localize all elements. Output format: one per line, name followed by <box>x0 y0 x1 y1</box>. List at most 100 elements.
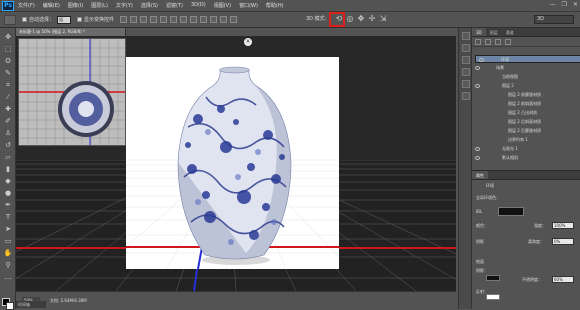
menu-type[interactable]: 文字(Y) <box>116 2 133 9</box>
transform-checkbox[interactable] <box>77 17 83 22</box>
tab-channels[interactable]: 通道 <box>502 28 518 36</box>
document-tab[interactable]: 未标题-1 @ 50% (图层 2, RGB/8) * <box>16 28 126 36</box>
menu-layer[interactable]: 图层(L) <box>91 2 108 9</box>
reflection-color[interactable] <box>486 294 500 300</box>
align-hcenter-icon[interactable] <box>160 16 168 23</box>
tab-layers[interactable]: 图层 <box>486 28 502 36</box>
document-size-info[interactable]: 文档: 2.64M/6.38M <box>50 298 87 304</box>
pen-tool-icon[interactable]: ✒ <box>3 200 13 210</box>
close-button[interactable]: ✕ <box>573 1 578 8</box>
scene-row-material-1[interactable]: 图层 2 前膨胀材质 <box>472 91 580 99</box>
visibility-eye-icon[interactable] <box>475 147 480 151</box>
blur-tool-icon[interactable]: ◆ <box>3 176 13 186</box>
properties-title[interactable]: 属性 <box>472 171 488 179</box>
drag-3d-icon[interactable]: ✥ <box>356 14 366 24</box>
scene-row-material-3[interactable]: 图层 2 凸出材质 <box>472 109 580 117</box>
scene-row-boundary[interactable]: 边界约束 1 <box>472 136 580 144</box>
distribute-top-icon[interactable] <box>180 16 188 23</box>
visibility-eye-icon[interactable] <box>479 58 484 62</box>
menu-select[interactable]: 选择(S) <box>141 2 158 9</box>
distribute-right-icon[interactable] <box>230 16 238 23</box>
timeline-tab[interactable]: 时间轴 <box>16 301 46 308</box>
lights-filter-icon[interactable] <box>505 38 511 45</box>
styles-panel-icon[interactable] <box>462 92 470 100</box>
healing-tool-icon[interactable]: ✚ <box>3 104 13 114</box>
menu-view[interactable]: 视图(V) <box>214 2 231 9</box>
menu-image[interactable]: 图像(I) <box>68 2 83 9</box>
distribute-vcenter-icon[interactable] <box>190 16 198 23</box>
history-panel-icon[interactable] <box>462 32 470 40</box>
scene-row-scene[interactable]: 场景 <box>472 64 580 72</box>
zoom-tool-icon[interactable]: ⚲ <box>3 260 13 270</box>
hand-tool-icon[interactable]: ✋ <box>3 248 13 258</box>
menu-help[interactable]: 帮助(H) <box>266 2 284 9</box>
stamp-tool-icon[interactable]: ♙ <box>3 128 13 138</box>
align-vcenter-icon[interactable] <box>130 16 138 23</box>
eyedropper-tool-icon[interactable]: ⁄ <box>3 92 13 102</box>
lasso-tool-icon[interactable]: ʘ <box>3 56 13 66</box>
whole-scene-filter-icon[interactable] <box>475 38 481 45</box>
more-tools-icon[interactable]: … <box>3 272 13 282</box>
properties-panel-icon[interactable] <box>462 44 470 52</box>
tab-3d[interactable]: 3D <box>472 28 486 36</box>
menu-window[interactable]: 窗口(W) <box>239 2 258 9</box>
softness-field[interactable]: 0% <box>552 238 574 245</box>
dodge-tool-icon[interactable]: ● <box>3 188 13 198</box>
shape-tool-icon[interactable]: ▭ <box>3 236 13 246</box>
visibility-eye-icon[interactable] <box>475 84 480 88</box>
materials-filter-icon[interactable] <box>495 38 501 45</box>
distribute-left-icon[interactable] <box>210 16 218 23</box>
ground-shadow-color[interactable] <box>486 275 500 281</box>
minimize-button[interactable]: — <box>550 1 556 8</box>
history-brush-tool-icon[interactable]: ↺ <box>3 140 13 150</box>
auto-select-dropdown[interactable]: 组 <box>57 15 72 24</box>
scene-row-material-4[interactable]: 图层 2 后斜面材质 <box>472 118 580 126</box>
restore-button[interactable]: ❐ <box>562 1 567 8</box>
marquee-tool-icon[interactable]: ⬚ <box>3 44 13 54</box>
scene-row-material-5[interactable]: 图层 2 后膨胀材质 <box>472 127 580 135</box>
path-select-tool-icon[interactable]: ➤ <box>3 224 13 234</box>
crop-tool-icon[interactable]: ⌗ <box>3 80 13 90</box>
distribute-hcenter-icon[interactable] <box>220 16 228 23</box>
menu-edit[interactable]: 编辑(E) <box>43 2 60 9</box>
eraser-tool-icon[interactable]: ▱ <box>3 152 13 162</box>
scene-row-environment[interactable]: 环境 <box>475 55 580 63</box>
scene-row-light[interactable]: 无限光 1 <box>472 145 580 153</box>
type-tool-icon[interactable]: T <box>3 212 13 222</box>
slide-3d-icon[interactable]: ✢ <box>367 14 377 24</box>
align-left-icon[interactable] <box>150 16 158 23</box>
menu-file[interactable]: 文件(F) <box>18 2 35 9</box>
menu-3d[interactable]: 3D(D) <box>191 2 206 9</box>
align-top-icon[interactable] <box>120 16 128 23</box>
transform-controls-option[interactable]: 显示变换控件 <box>77 16 114 23</box>
scale-3d-icon[interactable]: ⇲ <box>378 14 388 24</box>
secondary-view[interactable] <box>18 38 126 146</box>
brush-tool-icon[interactable]: ✐ <box>3 116 13 126</box>
scene-row-layer2[interactable]: 图层 2 <box>472 82 580 90</box>
quick-select-tool-icon[interactable]: ✎ <box>3 68 13 78</box>
scene-row-camera[interactable]: 默认相机 <box>472 154 580 162</box>
brush-panel-icon[interactable] <box>462 56 470 64</box>
scene-row-material-2[interactable]: 图层 2 前斜面材质 <box>472 100 580 108</box>
auto-select-option[interactable]: 自动选择： 组 <box>22 15 72 24</box>
3d-axis-close-icon[interactable]: × <box>244 38 252 46</box>
document-canvas[interactable] <box>125 57 340 270</box>
auto-select-checkbox[interactable] <box>22 17 27 22</box>
align-bottom-icon[interactable] <box>140 16 148 23</box>
opacity-field[interactable]: 60% <box>552 276 574 283</box>
meshes-filter-icon[interactable] <box>485 38 491 45</box>
ibl-color-swatch[interactable] <box>498 207 524 216</box>
paragraph-panel-icon[interactable] <box>462 80 470 88</box>
visibility-eye-icon[interactable] <box>475 66 480 70</box>
align-right-icon[interactable] <box>170 16 178 23</box>
intensity-field[interactable]: 100% <box>552 222 574 229</box>
visibility-eye-icon[interactable] <box>475 156 480 160</box>
scene-row-current-view[interactable]: 当前视图 <box>472 73 580 81</box>
move-tool-preset-icon[interactable] <box>4 14 16 25</box>
gradient-tool-icon[interactable]: ▮ <box>3 164 13 174</box>
character-panel-icon[interactable] <box>462 68 470 76</box>
workspace-dropdown[interactable]: 3D <box>534 15 574 24</box>
distribute-bottom-icon[interactable] <box>200 16 208 23</box>
roll-3d-icon[interactable]: ◎ <box>345 14 355 24</box>
move-tool-icon[interactable]: ✥ <box>3 32 13 42</box>
